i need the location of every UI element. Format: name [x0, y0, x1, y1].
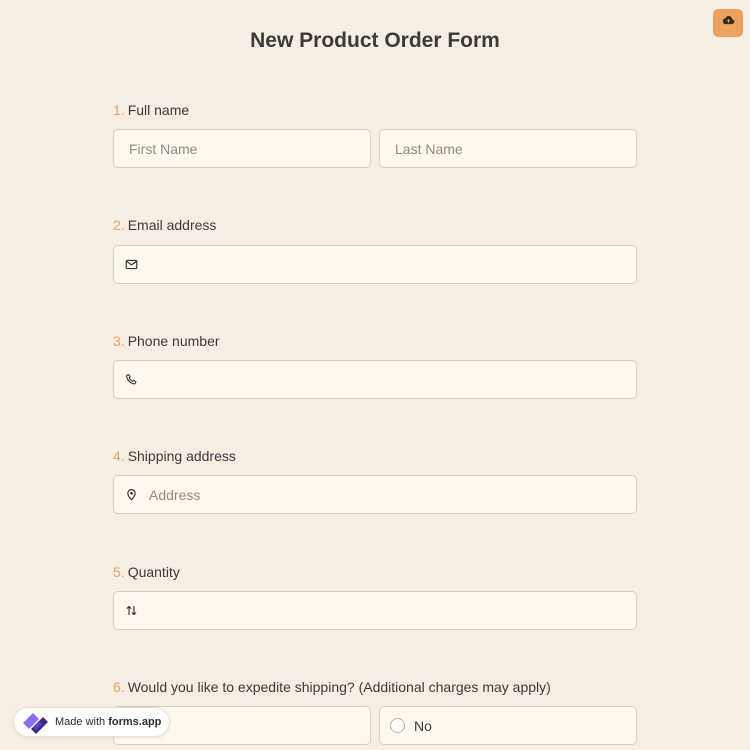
forms-app-logo-icon [20, 710, 50, 734]
first-name-input[interactable]: First Name [113, 129, 371, 168]
question-number: 4. [113, 448, 125, 464]
question-quantity: 5. Quantity [113, 562, 637, 582]
badge-prefix: Made with [55, 716, 106, 728]
email-field[interactable] [113, 245, 637, 284]
phone-field[interactable] [113, 360, 637, 399]
radio-label: No [414, 717, 432, 734]
question-text: Would you like to expedite shipping? (Ad… [127, 679, 551, 695]
question-number: 1. [113, 102, 125, 118]
made-with-badge[interactable]: Made with forms.app [13, 707, 170, 737]
question-label: 4. Shipping address [113, 446, 637, 466]
question-text: Quantity [127, 564, 180, 580]
question-label: 5. Quantity [113, 562, 637, 582]
address-placeholder: Address [149, 486, 201, 503]
last-name-placeholder: Last Name [395, 140, 463, 157]
question-shipping-address: 4. Shipping address [113, 446, 637, 466]
question-text: Full name [127, 102, 190, 118]
radio-option-no[interactable]: No [379, 706, 637, 745]
cloud-upload-icon [722, 14, 735, 32]
question-text: Shipping address [127, 448, 236, 464]
upload-button[interactable] [713, 9, 743, 37]
question-text: Phone number [127, 333, 220, 349]
question-text: Email address [127, 217, 217, 233]
number-arrows-icon [124, 604, 138, 618]
badge-text: Made with forms.app [55, 716, 161, 728]
question-full-name: 1. Full name [113, 100, 637, 120]
form-page: New Product Order Form 1. Full name First… [0, 0, 750, 750]
map-pin-icon [124, 488, 138, 502]
question-number: 2. [113, 217, 125, 233]
address-input[interactable]: Address [113, 475, 637, 514]
question-label: 2. Email address [113, 215, 637, 235]
question-expedite: 6. Would you like to expedite shipping? (… [113, 677, 637, 697]
first-name-placeholder: First Name [129, 140, 198, 157]
question-number: 3. [113, 333, 125, 349]
question-phone: 3. Phone number [113, 331, 637, 351]
badge-brand: forms.app [108, 716, 162, 728]
last-name-input[interactable]: Last Name [379, 129, 637, 168]
question-label: 6. Would you like to expedite shipping? (… [113, 677, 637, 697]
radio-circle[interactable] [390, 718, 405, 733]
envelope-icon [124, 258, 138, 272]
question-label: 3. Phone number [113, 331, 637, 351]
quantity-input[interactable] [113, 591, 637, 630]
question-number: 6. [113, 679, 125, 695]
form-title: New Product Order Form [250, 29, 500, 52]
question-number: 5. [113, 564, 125, 580]
question-label: 1. Full name [113, 100, 637, 120]
question-email: 2. Email address [113, 215, 637, 235]
phone-icon [124, 373, 138, 387]
